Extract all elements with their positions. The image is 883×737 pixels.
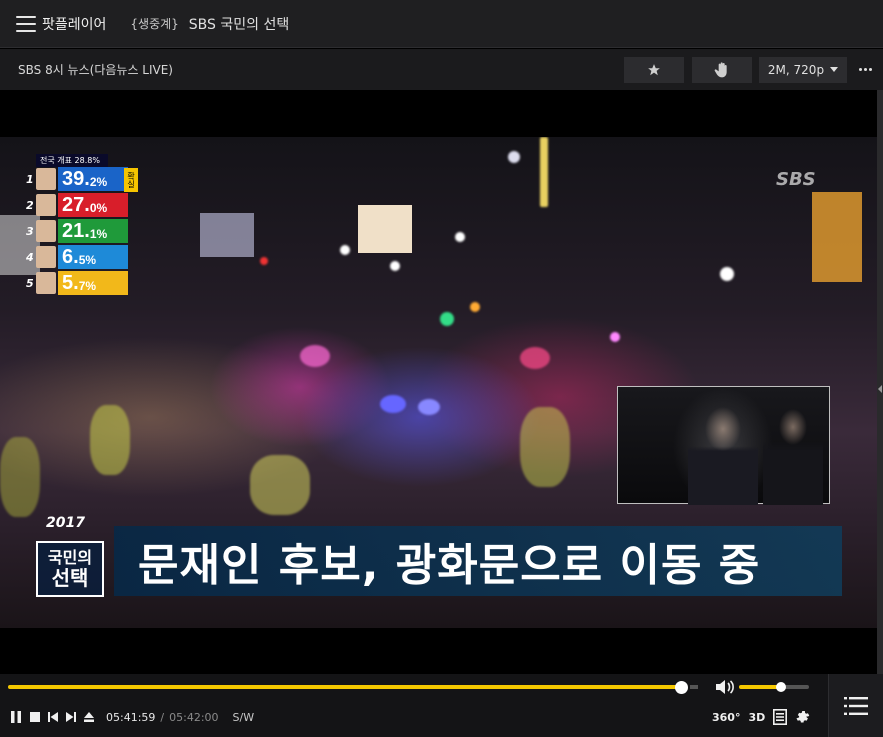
seek-handle[interactable] bbox=[675, 681, 688, 694]
previous-icon bbox=[48, 712, 58, 722]
volume-icon[interactable] bbox=[714, 679, 736, 695]
playlist-button[interactable] bbox=[828, 674, 883, 737]
poll-row: 3 21. 1% bbox=[26, 219, 138, 243]
poll-value: 39. 2% bbox=[58, 167, 128, 191]
previous-button[interactable] bbox=[48, 712, 58, 722]
video-frame: SBS 전국 개표 28.8% 1 39. 2% 확실 2 27. 0% 3 2… bbox=[0, 137, 877, 628]
more-icon bbox=[858, 68, 862, 71]
subtitle-icon bbox=[773, 709, 788, 725]
caption-text: 문재인 후보, 광화문으로 이동 중 bbox=[114, 526, 842, 596]
poll-rank: 4 bbox=[26, 250, 34, 264]
right-controls: 360° 3D bbox=[712, 707, 811, 727]
subtitle-button[interactable] bbox=[773, 709, 788, 725]
caption-year: 2017 bbox=[46, 515, 85, 531]
vr-360-button[interactable]: 360° bbox=[712, 711, 740, 724]
poll-row: 2 27. 0% bbox=[26, 193, 138, 217]
settings-icon bbox=[796, 711, 810, 723]
poll-value: 5. 7% bbox=[58, 271, 128, 295]
caption-logo-line2: 선택 bbox=[51, 565, 89, 590]
live-tag: {생중계} bbox=[130, 17, 179, 31]
side-panel-toggle[interactable] bbox=[877, 90, 883, 674]
candidate-photo bbox=[36, 246, 56, 268]
seek-bar[interactable] bbox=[8, 685, 681, 689]
settings-button[interactable] bbox=[795, 709, 811, 725]
poll-value: 6. 5% bbox=[58, 245, 128, 269]
candidate-photo bbox=[36, 194, 56, 216]
quality-dropdown[interactable]: 2M, 720p bbox=[759, 56, 847, 83]
channel-title: SBS 8시 뉴스(다음뉴스 LIVE) bbox=[18, 63, 173, 77]
sw-codec-toggle[interactable]: S/W bbox=[233, 711, 255, 724]
quality-label: 2M, 720p bbox=[767, 62, 825, 77]
menu-icon[interactable] bbox=[16, 15, 36, 32]
eject-button[interactable] bbox=[84, 712, 94, 722]
favorite-button[interactable] bbox=[624, 56, 684, 83]
transport-controls: 05:41:59 / 05:42:00 S/W bbox=[10, 709, 254, 725]
chevron-down-icon bbox=[830, 67, 839, 72]
poll-rank: 1 bbox=[26, 172, 34, 186]
poll-value: 21. 1% bbox=[58, 219, 128, 243]
candidate-photo bbox=[36, 220, 56, 242]
poll-row: 4 6. 5% bbox=[26, 245, 138, 269]
candidate-photo bbox=[36, 272, 56, 294]
poll-header: 전국 개표 28.8% bbox=[36, 154, 108, 167]
caption-logo: 2017 국민의 선택 bbox=[34, 515, 106, 597]
broadcaster-logo: SBS bbox=[776, 169, 816, 190]
video-area[interactable]: SBS 전국 개표 28.8% 1 39. 2% 확실 2 27. 0% 3 2… bbox=[0, 90, 877, 674]
poll-rank: 3 bbox=[26, 224, 34, 238]
poll-badge: 확실 bbox=[124, 168, 138, 192]
next-button[interactable] bbox=[66, 712, 76, 722]
window-title: SBS 국민의 선택 bbox=[188, 16, 290, 33]
volume-handle[interactable] bbox=[776, 682, 786, 692]
time-separator: / bbox=[160, 710, 165, 724]
poll-row: 5 5. 7% bbox=[26, 271, 138, 295]
star-icon bbox=[648, 63, 660, 75]
pause-button[interactable] bbox=[10, 711, 22, 723]
playlist-icon bbox=[844, 696, 868, 715]
more-button[interactable] bbox=[847, 57, 883, 83]
pause-icon bbox=[11, 711, 21, 723]
hand-icon bbox=[714, 61, 727, 77]
poll-row: 1 39. 2% 확실 bbox=[26, 167, 138, 192]
eject-icon bbox=[84, 712, 94, 722]
3d-button[interactable]: 3D bbox=[748, 711, 765, 724]
poll-rank: 2 bbox=[26, 198, 34, 212]
seek-remaining[interactable] bbox=[690, 685, 698, 689]
poll-rank: 5 bbox=[26, 276, 34, 290]
stop-button[interactable] bbox=[30, 712, 40, 722]
caption-logo-line1: 국민의 bbox=[47, 548, 93, 568]
title-bar: 팟플레이어 {생중계} SBS 국민의 선택 bbox=[0, 0, 883, 48]
poll-value: 27. 0% bbox=[58, 193, 128, 217]
news-caption: 2017 국민의 선택 문재인 후보, 광화문으로 이동 중 bbox=[34, 515, 842, 597]
time-total: 05:42:00 bbox=[169, 710, 219, 724]
candidate-photo bbox=[36, 168, 56, 190]
app-name[interactable]: 팟플레이어 bbox=[42, 14, 106, 34]
next-icon bbox=[66, 712, 76, 722]
volume-slider[interactable] bbox=[739, 685, 781, 689]
pip-inset bbox=[617, 386, 830, 505]
hand-button[interactable] bbox=[692, 56, 752, 83]
stop-icon bbox=[30, 712, 40, 722]
poll-panel: 전국 개표 28.8% 1 39. 2% 확실 2 27. 0% 3 21. 1% bbox=[26, 154, 138, 297]
control-bar: 05:41:59 / 05:42:00 S/W 360° 3D bbox=[0, 674, 883, 737]
player-window: 팟플레이어 {생중계} SBS 국민의 선택 SBS 8시 뉴스(다음뉴스 LI… bbox=[0, 0, 883, 737]
info-bar: SBS 8시 뉴스(다음뉴스 LIVE) 2M, 720p bbox=[0, 49, 883, 90]
time-current: 05:41:59 bbox=[106, 710, 156, 724]
